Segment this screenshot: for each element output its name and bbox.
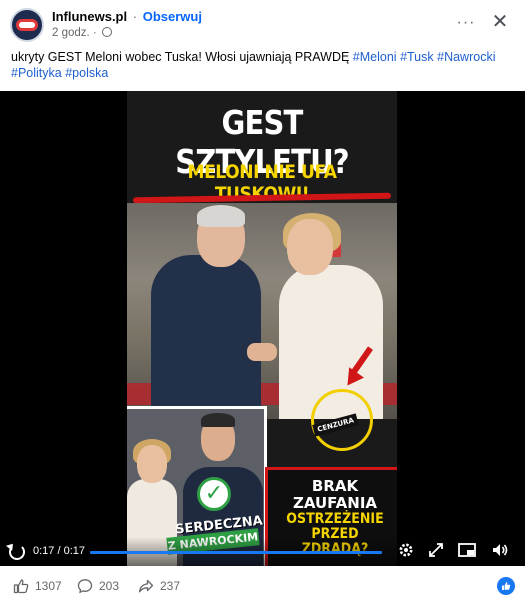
post-caption: ukryty GEST Meloni wobec Tuska! Włosi uj… bbox=[11, 49, 516, 81]
hashtag-polska[interactable]: #polska bbox=[65, 66, 108, 80]
settings-icon[interactable] bbox=[396, 542, 416, 562]
separator-dot: · bbox=[132, 9, 138, 24]
video-player[interactable]: GEST SZTYLETU? MELONI NIE UFA TUSKOWI! C… bbox=[0, 91, 525, 566]
name-row: Influnews.pl · Obserwuj bbox=[52, 9, 202, 24]
post-timestamp[interactable]: 2 godz. · bbox=[52, 27, 97, 39]
post-header: Influnews.pl · Obserwuj 2 godz. · ··· ✕ bbox=[0, 0, 525, 46]
fullscreen-icon[interactable] bbox=[426, 542, 446, 562]
like-reaction-icon[interactable] bbox=[497, 577, 515, 595]
woman-figure-head bbox=[287, 219, 333, 275]
more-options-button[interactable]: ··· bbox=[455, 12, 477, 34]
hashtag-meloni[interactable]: #Meloni bbox=[353, 50, 397, 64]
handshake-photo: CENZURA bbox=[127, 203, 397, 451]
checkmark-icon: ✓ bbox=[197, 477, 231, 511]
hashtag-polityka[interactable]: #Polityka bbox=[11, 66, 62, 80]
handshake bbox=[247, 343, 277, 361]
thumbs-up-icon bbox=[13, 579, 29, 594]
page-avatar[interactable] bbox=[10, 8, 44, 42]
inset-woman-head bbox=[137, 445, 167, 483]
video-controls: 0:17 / 0:17 bbox=[0, 537, 525, 566]
volume-icon[interactable] bbox=[490, 542, 510, 562]
share-icon bbox=[138, 579, 154, 593]
replay-icon[interactable] bbox=[9, 544, 25, 560]
page-name[interactable]: Influnews.pl bbox=[52, 9, 127, 24]
close-icon[interactable]: ✕ bbox=[489, 11, 511, 33]
progress-fill bbox=[90, 551, 382, 554]
follow-button[interactable]: Obserwuj bbox=[143, 9, 202, 24]
man-figure-body bbox=[151, 255, 261, 419]
man-figure-hair bbox=[197, 205, 245, 227]
video-time: 0:17 / 0:17 bbox=[33, 545, 85, 557]
caption-text: ukryty GEST Meloni wobec Tuska! Włosi uj… bbox=[11, 50, 350, 64]
like-stat[interactable]: 1307 bbox=[13, 577, 62, 595]
hashtag-nawrocki[interactable]: #Nawrocki bbox=[437, 50, 495, 64]
globe-icon bbox=[101, 27, 112, 37]
inset-man-hair bbox=[201, 413, 235, 427]
miniplayer-icon[interactable] bbox=[457, 542, 477, 562]
comment-count: 203 bbox=[99, 579, 120, 593]
comment-icon bbox=[77, 579, 93, 594]
hashtag-tusk[interactable]: #Tusk bbox=[400, 50, 434, 64]
warning-line-brak-zaufania: BRAK ZAUFANIA bbox=[292, 477, 378, 512]
facebook-post: Influnews.pl · Obserwuj 2 godz. · ··· ✕ … bbox=[0, 0, 525, 605]
share-stat[interactable]: 237 bbox=[138, 577, 180, 595]
progress-bar[interactable] bbox=[90, 551, 382, 554]
post-meta: 2 godz. · bbox=[52, 27, 112, 39]
video-thumbnail[interactable]: GEST SZTYLETU? MELONI NIE UFA TUSKOWI! C… bbox=[127, 91, 397, 566]
comment-stat[interactable]: 203 bbox=[77, 577, 119, 595]
avatar-logo-center bbox=[19, 22, 35, 28]
post-footer: 1307 203 237 bbox=[0, 566, 525, 605]
share-count: 237 bbox=[160, 579, 181, 593]
like-count: 1307 bbox=[35, 579, 62, 593]
